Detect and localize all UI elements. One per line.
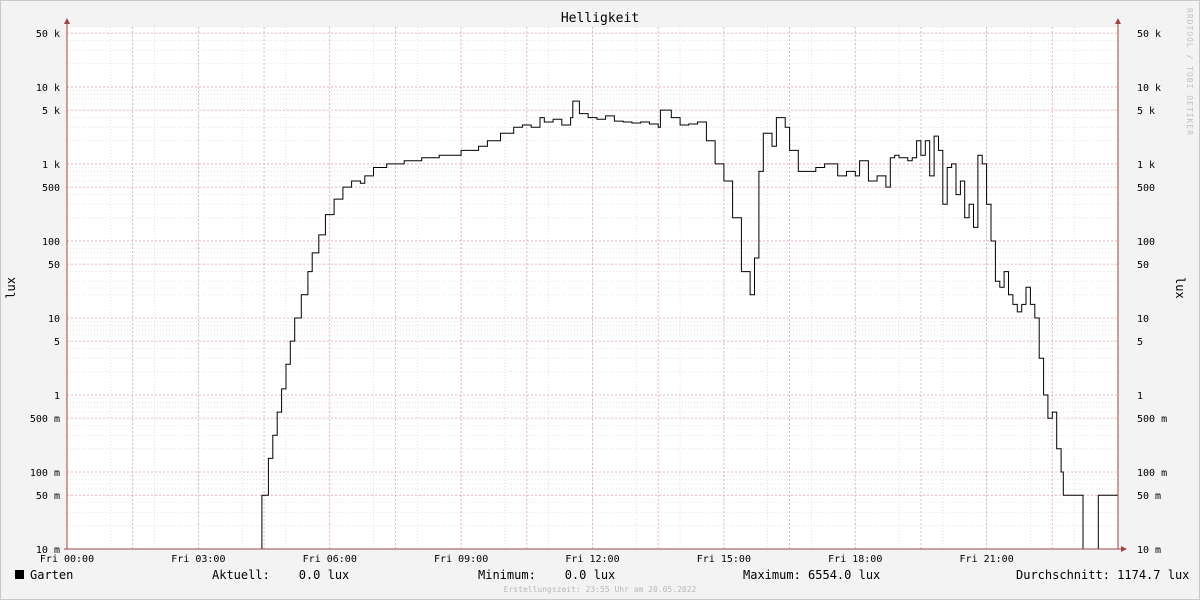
x-tick-label: Fri 21:00 (960, 554, 1014, 565)
y-tick-label-right: 50 k (1137, 29, 1161, 40)
y-tick-label-right: 5 k (1137, 106, 1155, 117)
y-tick-label-right: 50 (1137, 260, 1149, 271)
legend-bar: Garten Aktuell: 0.0 lux Minimum: 0.0 lux… (0, 568, 1200, 584)
y-tick-label-left: 10 k (36, 83, 60, 94)
y-tick-label-left: 50 (48, 260, 60, 271)
x-axis-arrow (1121, 546, 1127, 552)
y-tick-label-left: 50 k (36, 29, 60, 40)
y-tick-label-right: 10 m (1137, 545, 1161, 556)
legend-current: Aktuell: 0.0 lux (212, 568, 350, 582)
x-tick-label: Fri 09:00 (434, 554, 488, 565)
x-tick-label: Fri 06:00 (303, 554, 357, 565)
y-tick-label-left: 1 k (42, 160, 60, 171)
legend-minimum: Minimum: 0.0 lux (478, 568, 616, 582)
y-tick-label-right: 500 (1137, 183, 1155, 194)
legend-series-name: Garten (30, 568, 74, 582)
y-tick-label-left: 10 (48, 314, 60, 325)
y-tick-label-right: 1 k (1137, 160, 1155, 171)
y-tick-label-left: 500 m (30, 414, 60, 425)
y-tick-label-left: 50 m (36, 491, 60, 502)
legend-average: Durchschnitt: 1174.7 lux (1016, 568, 1190, 582)
chart-canvas: 50 k 50 k 10 k 10 k 5 k 5 k 1 k 1 k 500 500 100 100… (30, 18, 1167, 565)
y-tick-label-left: 5 (54, 337, 60, 348)
y-tick-label-right: 100 (1137, 237, 1155, 248)
y-tick-label-left: 100 (42, 237, 60, 248)
legend-swatch (15, 570, 24, 579)
legend-maximum: Maximum: 6554.0 lux (743, 568, 881, 582)
y-tick-label-left: 5 k (42, 106, 60, 117)
x-tick-label: Fri 15:00 (697, 554, 751, 565)
y-tick-label-left: 1 (54, 391, 60, 402)
rrdtool-watermark: RRDTOOL / TOBI OETIKER (1185, 8, 1194, 136)
y-axis-label-left: lux (4, 277, 18, 299)
y-tick-label-right: 100 m (1137, 468, 1167, 479)
y-tick-label-right: 1 (1137, 391, 1143, 402)
x-tick-label: Fri 00:00 (40, 554, 94, 565)
y-tick-label-left: 100 m (30, 468, 60, 479)
y-tick-label-right: 50 m (1137, 491, 1161, 502)
y-tick-label-right: 5 (1137, 337, 1143, 348)
chart-title: Helligkeit (560, 11, 640, 26)
y-tick-label-right: 500 m (1137, 414, 1167, 425)
creation-time: Erstellungszeit: 23:55 Uhr am 20.05.2022 (503, 585, 697, 594)
y-tick-label-left: 500 (42, 183, 60, 194)
x-tick-label: Fri 18:00 (828, 554, 882, 565)
x-tick-label: Fri 12:00 (565, 554, 619, 565)
x-tick-label: Fri 03:00 (171, 554, 225, 565)
y-tick-label-right: 10 k (1137, 83, 1161, 94)
y-tick-label-right: 10 (1137, 314, 1149, 325)
y-axis-label-right: lux (1173, 277, 1187, 299)
